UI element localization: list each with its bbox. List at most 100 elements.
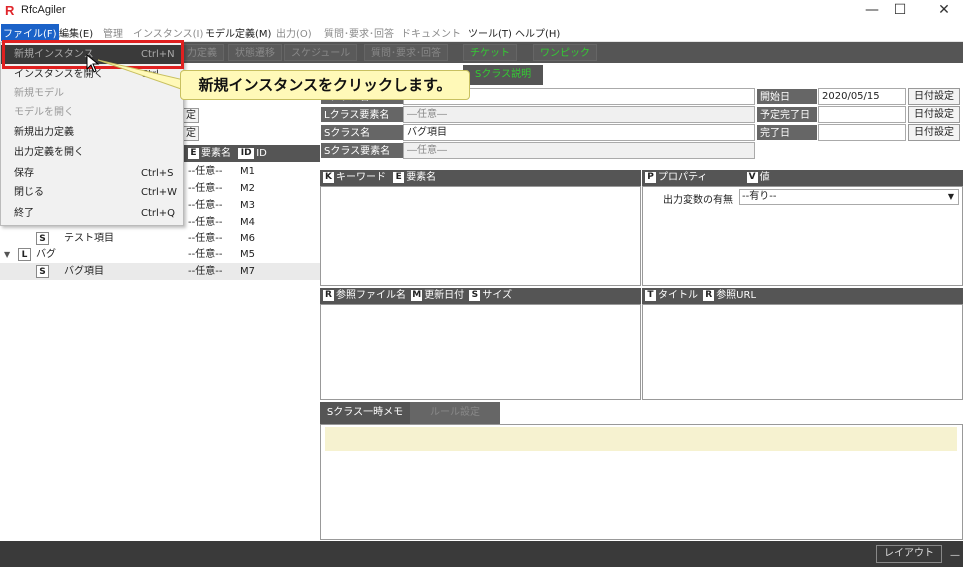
menu-item-shortcut: Ctrl+Q	[141, 208, 176, 219]
menu-item-shortcut: Ctrl+S	[141, 168, 174, 179]
menu-item-close[interactable]: 閉じる Ctrl+W	[1, 183, 183, 202]
menu-edit[interactable]: 編集(E)	[59, 25, 93, 40]
tree-row-test-item[interactable]: S テスト項目 --任意-- M6	[0, 230, 320, 247]
tab-ticket[interactable]: チケット	[463, 44, 517, 61]
property-list: 出力変数の有無 --有り-- ▼	[642, 186, 963, 286]
s-class-label: Sクラス名	[320, 124, 404, 141]
s-class-field[interactable]: バグ項目	[403, 124, 755, 141]
app-logo-icon: R	[5, 3, 15, 18]
menu-item-new-output[interactable]: 新規出力定義	[1, 123, 183, 142]
s-elem-field[interactable]: ―任意―	[403, 142, 755, 159]
status-bar	[0, 541, 963, 567]
tree-header: E 要素名 ID ID	[183, 145, 320, 162]
ref-file-panel-header: R 参照ファイル名 M 更新日付 S サイズ	[320, 288, 641, 304]
ref-file-list[interactable]	[320, 304, 641, 400]
menu-item-label: 新規モデル	[14, 88, 64, 99]
menu-qa[interactable]: 質問･要求･回答	[324, 25, 394, 40]
tree-row-elem: --任意--	[188, 200, 223, 211]
menu-tools[interactable]: ツール(T)	[468, 25, 512, 40]
size-letter-icon: S	[469, 289, 481, 301]
menu-output[interactable]: 出力(O)	[276, 25, 312, 40]
menu-item-label: 新規出力定義	[14, 127, 74, 138]
menu-item-exit[interactable]: 終了 Ctrl+Q	[1, 204, 183, 223]
tree-row-elem: --任意--	[188, 217, 223, 228]
menu-instance[interactable]: インスタンス(I)	[133, 25, 203, 40]
close-button[interactable]: ✕	[924, 0, 963, 22]
menu-item-open-model[interactable]: モデルを開く	[1, 103, 183, 122]
chevron-down-icon[interactable]: ▼	[4, 246, 10, 263]
menu-item-open-output[interactable]: 出力定義を開く	[1, 143, 183, 162]
memo-editor[interactable]	[320, 424, 963, 540]
maximize-button[interactable]: ☐	[880, 0, 920, 22]
property-header-label: プロパティ	[658, 172, 708, 183]
memo-current-line	[325, 427, 957, 451]
menu-document[interactable]: ドキュメント	[401, 25, 461, 40]
tab-onepick[interactable]: ワンピック	[533, 44, 597, 61]
menu-item-shortcut: Ctrl+W	[141, 187, 178, 198]
plan-date-label: 予定完了日	[756, 106, 818, 123]
lclass-badge-icon: L	[18, 248, 31, 261]
tree-row-name: バグ項目	[64, 266, 104, 277]
tree-row-id: M7	[240, 266, 255, 277]
tab-schedule[interactable]: スケジュール	[284, 44, 358, 61]
memo-tabs: Sクラス一時メモ ルール設定	[320, 402, 963, 424]
elem-letter-icon: E	[393, 171, 405, 183]
tree-row-id: M6	[240, 233, 255, 244]
menu-item-label: 閉じる	[14, 187, 44, 198]
keyword-header-elem: 要素名	[406, 172, 437, 183]
tree-row-bug-item[interactable]: S バグ項目 --任意-- M7	[0, 263, 320, 280]
s-elem-label: Sクラス要素名	[320, 142, 404, 159]
start-date-field[interactable]: 2020/05/15	[818, 88, 906, 105]
output-var-select-value: --有り--	[742, 191, 777, 202]
property-header-value: 値	[759, 172, 770, 183]
partial-button-1[interactable]: 定	[183, 108, 199, 123]
ref-letter-icon: R	[703, 289, 715, 301]
menu-manage[interactable]: 管理	[103, 25, 123, 40]
tab-qa[interactable]: 質問･要求･回答	[364, 44, 448, 61]
layout-button[interactable]: レイアウト	[876, 545, 942, 563]
ref-url-panel-header: T タイトル R 参照URL	[642, 288, 963, 304]
ref-header-size: サイズ	[482, 290, 513, 301]
tree-header-elem: 要素名	[201, 148, 231, 159]
done-date-label: 完了日	[756, 124, 818, 141]
l-elem-label: Lクラス要素名	[320, 106, 404, 123]
done-date-set-button[interactable]: 日付設定	[908, 124, 960, 141]
menu-help[interactable]: ヘルプ(H)	[515, 25, 560, 40]
tab-sclass-description[interactable]: Sクラス説明	[463, 65, 544, 85]
menu-file[interactable]: ファイル(F)	[1, 24, 59, 41]
output-var-select[interactable]: --有り-- ▼	[739, 189, 959, 205]
menu-item-save[interactable]: 保存 Ctrl+S	[1, 164, 183, 183]
output-var-label: 出力変数の有無	[663, 195, 733, 206]
start-date-set-button[interactable]: 日付設定	[908, 88, 960, 105]
start-date-label: 開始日	[756, 88, 818, 105]
tab-output-def[interactable]: 力定義	[180, 44, 224, 61]
tree-row-elem: --任意--	[188, 233, 223, 244]
plan-date-set-button[interactable]: 日付設定	[908, 106, 960, 123]
title-bar: R RfcAgiler — ☐ ✕	[0, 0, 963, 22]
tab-sclass-memo[interactable]: Sクラス一時メモ	[320, 402, 410, 424]
keyword-list[interactable]	[320, 186, 641, 286]
menu-item-label: 終了	[14, 208, 34, 219]
sclass-badge-icon: S	[36, 265, 49, 278]
l-elem-field[interactable]: ―任意―	[403, 106, 755, 123]
tree-row-elem: --任意--	[188, 183, 223, 194]
tree-row-elem: --任意--	[188, 249, 223, 260]
menu-model[interactable]: モデル定義(M)	[205, 25, 271, 40]
tree-row-name: テスト項目	[64, 233, 114, 244]
done-date-field[interactable]	[818, 124, 906, 141]
tree-row-bug[interactable]: ▼ L バグ --任意-- M5	[0, 246, 320, 263]
tree-row-id: M2	[240, 183, 255, 194]
partial-button-2[interactable]: 定	[183, 126, 199, 141]
elem-letter-icon: E	[188, 147, 199, 159]
plan-date-field[interactable]	[818, 106, 906, 123]
ref-letter-icon: R	[323, 289, 334, 301]
tree-row-id: M4	[240, 217, 255, 228]
value-letter-icon: V	[746, 171, 758, 183]
id-letter-icon: ID	[238, 147, 255, 159]
tab-state-transition[interactable]: 状態遷移	[228, 44, 282, 61]
tree-row-id: M5	[240, 249, 255, 260]
menu-item-label: 出力定義を開く	[14, 147, 84, 158]
tab-rule-settings[interactable]: ルール設定	[410, 402, 500, 424]
ref-url-list[interactable]	[642, 304, 963, 400]
callout-pointer	[97, 59, 185, 91]
